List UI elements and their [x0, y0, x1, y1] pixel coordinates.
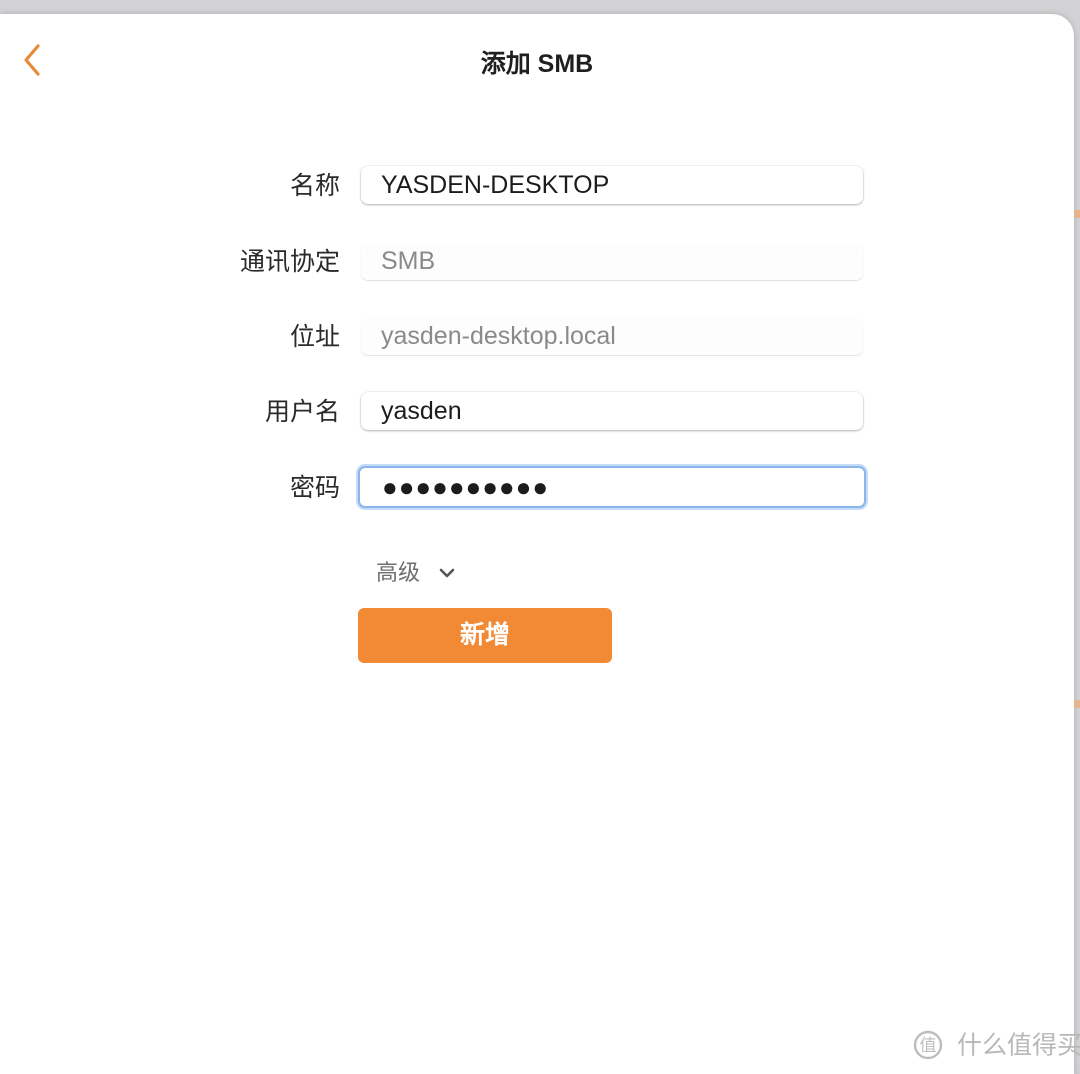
password-input[interactable]: ●●●●●●●●●● — [358, 466, 866, 508]
name-input[interactable]: YASDEN-DESKTOP — [361, 166, 863, 204]
address-label: 位址 — [289, 323, 340, 351]
username-input[interactable]: yasden — [361, 392, 863, 430]
svg-text:值: 值 — [920, 1036, 937, 1056]
address-field: yasden-desktop.local — [361, 317, 863, 355]
protocol-field: SMB — [361, 242, 863, 280]
name-label: 名称 — [289, 172, 340, 200]
chevron-down-icon — [440, 568, 455, 578]
advanced-toggle[interactable]: 高级 — [376, 556, 456, 590]
add-button[interactable]: 新增 — [358, 608, 612, 663]
username-label: 用户名 — [264, 398, 340, 426]
password-mask: ●●●●●●●●●● — [382, 472, 550, 502]
form-row-address: 位址 yasden-desktop.local — [0, 315, 1074, 359]
form-row-password: 密码 ●●●●●●●●●● — [0, 466, 1074, 510]
add-smb-dialog: 添加 SMB 名称 YASDEN-DESKTOP 通讯协定 SMB 位址 yas… — [0, 14, 1074, 1074]
form-row-name: 名称 YASDEN-DESKTOP — [0, 164, 1074, 208]
password-label: 密码 — [289, 474, 340, 502]
edge-mark — [1074, 700, 1080, 708]
edge-mark — [1074, 210, 1080, 218]
zhide-logo-icon: 值 — [913, 1031, 943, 1060]
watermark: 值 什么值得买 — [912, 1024, 1080, 1064]
watermark-text: 什么值得买 — [956, 1031, 1080, 1060]
form-row-protocol: 通讯协定 SMB — [0, 240, 1074, 284]
form-row-username: 用户名 yasden — [0, 390, 1074, 434]
protocol-label: 通讯协定 — [239, 248, 340, 276]
page-title: 添加 SMB — [480, 50, 594, 78]
advanced-label: 高级 — [376, 560, 421, 585]
